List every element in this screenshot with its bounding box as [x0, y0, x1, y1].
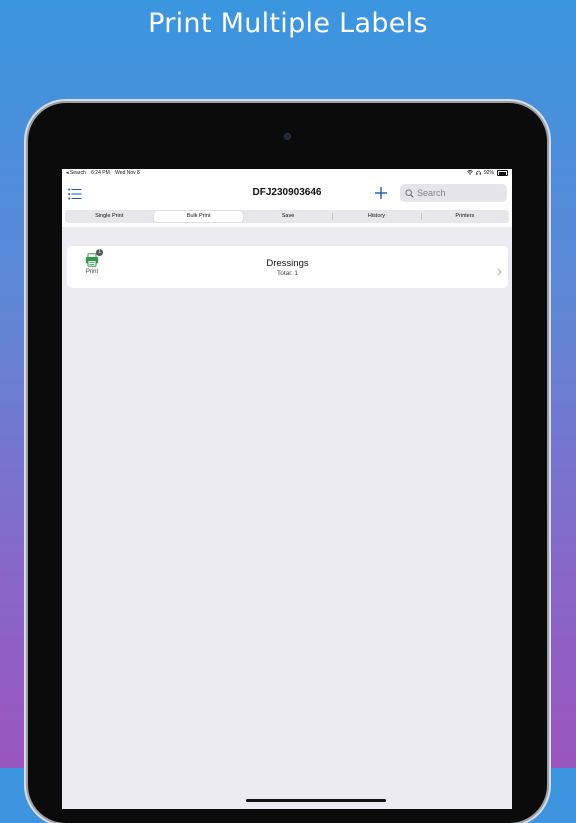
wifi-icon: [467, 169, 473, 177]
tab-save[interactable]: Save: [244, 210, 332, 223]
headphones-icon: [476, 170, 481, 177]
mode-segment-bar: Single Print Bulk Print Save History Pri…: [62, 209, 512, 227]
tab-bulk-print[interactable]: Bulk Print: [154, 211, 243, 222]
tab-history[interactable]: History: [332, 210, 420, 223]
print-count-badge: 1: [96, 249, 103, 256]
home-indicator: [246, 799, 386, 802]
front-camera: [284, 133, 291, 140]
battery-icon: [497, 170, 508, 176]
status-bar: ◂ Search 6:24 PM Wed Nov 8 92%: [62, 169, 512, 177]
group-total: Total: 1: [277, 270, 298, 277]
promo-headline: Print Multiple Labels: [148, 8, 428, 39]
app-screen: ◂ Search 6:24 PM Wed Nov 8 92% DFJ230903…: [62, 169, 512, 809]
tab-single-print[interactable]: Single Print: [65, 210, 153, 223]
search-input[interactable]: [417, 188, 497, 198]
search-field[interactable]: [400, 184, 507, 202]
nav-bar: DFJ230903646: [62, 177, 512, 209]
add-plus-icon[interactable]: [374, 186, 388, 200]
ipad-frame: ◂ Search 6:24 PM Wed Nov 8 92% DFJ230903…: [28, 103, 547, 823]
chevron-right-icon: [497, 263, 502, 281]
tab-printers[interactable]: Printers: [420, 210, 509, 223]
battery-percent: 92%: [483, 170, 494, 176]
status-date: Wed Nov 8: [115, 170, 140, 176]
status-time: 6:24 PM: [91, 170, 110, 176]
search-icon: [405, 188, 414, 198]
bulk-group-row[interactable]: 1 Print Dressings Total: 1: [67, 246, 508, 288]
back-to-search-link[interactable]: ◂ Search: [66, 170, 86, 176]
group-title: Dressings: [266, 258, 309, 269]
segmented-control: Single Print Bulk Print Save History Pri…: [65, 210, 509, 223]
